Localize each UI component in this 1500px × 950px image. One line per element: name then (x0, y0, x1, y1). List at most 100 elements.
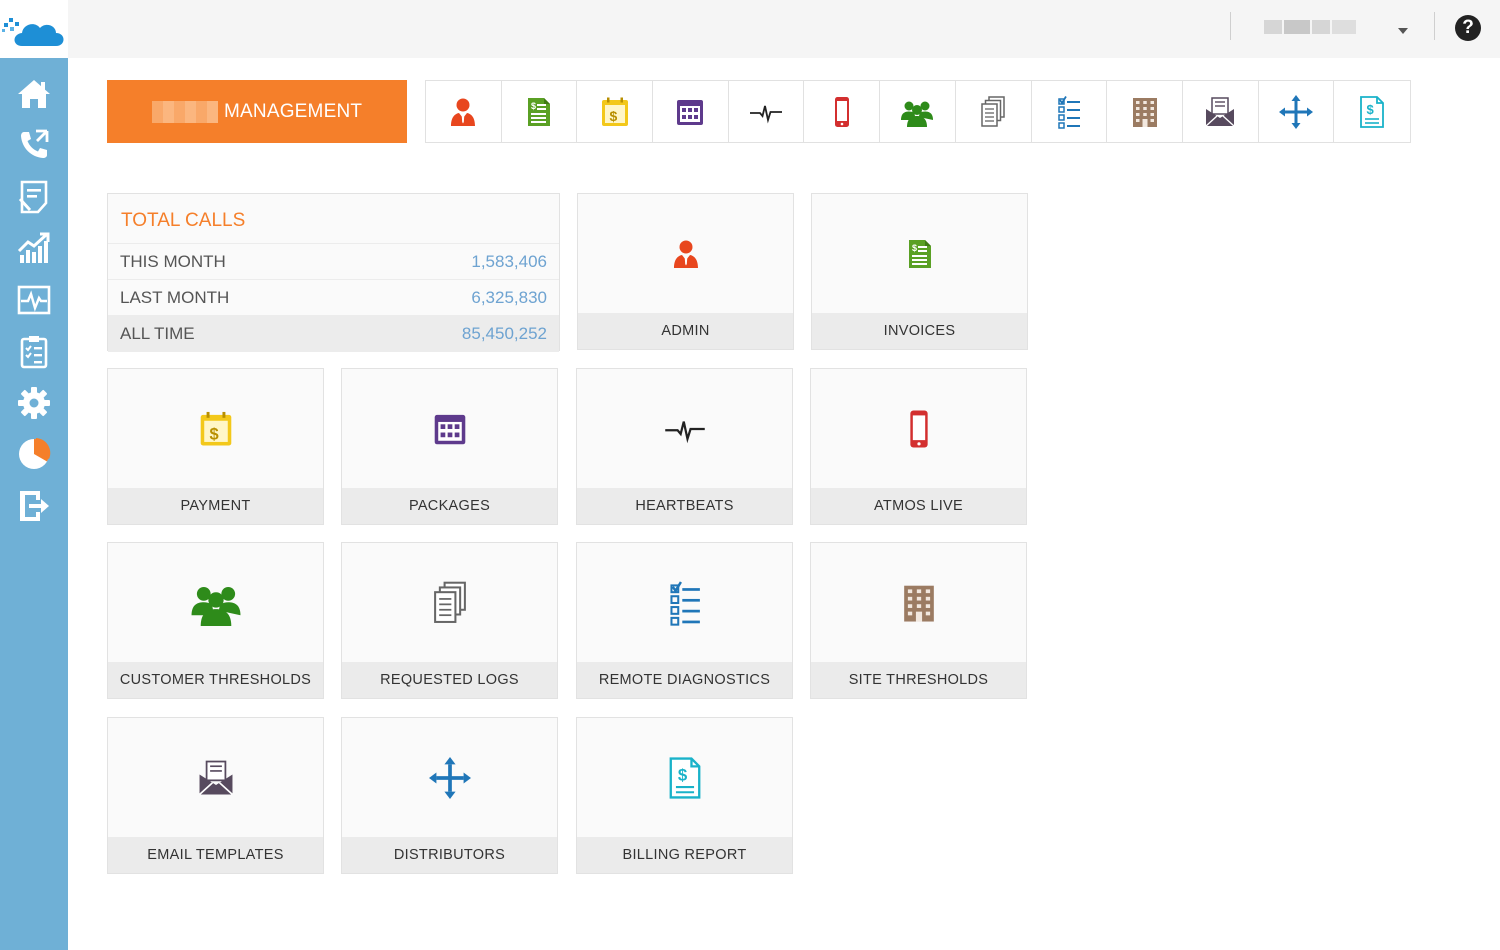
tile-site-thresholds[interactable]: SITE THRESHOLDS (810, 542, 1027, 699)
packages-icon (673, 95, 707, 129)
pulse-icon (17, 285, 51, 315)
stat-label: THIS MONTH (120, 251, 226, 271)
distributors-icon (1279, 95, 1313, 129)
stat-label: LAST MONTH (120, 287, 230, 307)
user-name-redacted (1264, 20, 1282, 34)
phone-icon (21, 129, 49, 159)
top-bar: ? (68, 0, 1500, 58)
user-name-redacted (1312, 20, 1330, 34)
logout-icon (20, 490, 49, 521)
heartbeat-icon (749, 95, 783, 129)
toolbar-email-templates[interactable] (1182, 81, 1259, 142)
tile-payment[interactable]: PAYMENT (107, 368, 324, 525)
toolbar-atmos-live[interactable] (804, 81, 881, 142)
sidebar-nav (0, 68, 68, 532)
management-header: MANAGEMENT (107, 80, 407, 143)
stat-label: ALL TIME (120, 324, 195, 343)
tile-label: ATMOS LIVE (811, 488, 1026, 524)
cloud-logo-icon (2, 18, 64, 46)
checklist-icon (20, 336, 48, 369)
diagnostics-icon (1052, 95, 1086, 129)
tile-requested-logs[interactable]: REQUESTED LOGS (341, 542, 558, 699)
building-icon (898, 582, 940, 624)
tile-email-templates[interactable]: EMAIL TEMPLATES (107, 717, 324, 874)
tile-remote-diagnostics[interactable]: REMOTE DIAGNOSTICS (576, 542, 793, 699)
toolbar-heartbeats[interactable] (728, 81, 805, 142)
tile-label: REQUESTED LOGS (342, 662, 557, 698)
tile-label: INVOICES (812, 313, 1027, 349)
heartbeat-icon (664, 408, 706, 450)
payment-icon (196, 409, 236, 449)
chart-icon (17, 232, 50, 264)
tile-label: HEARTBEATS (577, 488, 792, 524)
billing-icon (663, 756, 707, 800)
tile-customer-thresholds[interactable]: CUSTOMER THRESHOLDS (107, 542, 324, 699)
toolbar-payment[interactable] (577, 81, 654, 142)
toolbar-remote-diagnostics[interactable] (1031, 81, 1108, 142)
logs-icon (976, 95, 1010, 129)
mobile-icon (825, 95, 859, 129)
tile-admin[interactable]: ADMIN (577, 193, 794, 350)
tile-label: PACKAGES (342, 488, 557, 524)
tile-label: REMOTE DIAGNOSTICS (577, 662, 792, 698)
stat-row-this-month: THIS MONTH 1,583,406 (108, 244, 559, 280)
toolbar-invoices[interactable] (501, 81, 578, 142)
stat-row-last-month: LAST MONTH 6,325,830 (108, 280, 559, 316)
stat-row-all-time: ALL TIME 85,450,252 (108, 316, 559, 352)
stat-value: 1,583,406 (471, 251, 547, 271)
tile-label: ADMIN (578, 313, 793, 349)
sidebar-item-logout[interactable] (0, 480, 68, 532)
stat-value: 6,325,830 (471, 287, 547, 307)
sidebar (0, 0, 68, 950)
toolbar-packages[interactable] (653, 81, 729, 142)
toolbar-site-thresholds[interactable] (1107, 81, 1183, 142)
email-icon (196, 758, 236, 798)
company-name-redacted (152, 100, 218, 123)
sidebar-item-settings[interactable] (0, 377, 68, 429)
help-button[interactable]: ? (1455, 15, 1481, 41)
tile-distributors[interactable]: DISTRIBUTORS (341, 717, 558, 874)
billing-icon (1355, 95, 1389, 129)
toolbar-requested-logs[interactable] (955, 81, 1032, 142)
tile-label: SITE THRESHOLDS (811, 662, 1026, 698)
mobile-icon (898, 408, 940, 450)
chevron-down-icon[interactable] (1398, 28, 1408, 34)
sidebar-item-tasks[interactable] (0, 326, 68, 378)
toolbar-distributors[interactable] (1258, 81, 1335, 142)
user-name-redacted (1284, 20, 1310, 34)
tile-heartbeats[interactable]: HEARTBEATS (576, 368, 793, 525)
tile-invoices[interactable]: INVOICES (811, 193, 1028, 350)
stat-value: 85,450,252 (461, 324, 547, 343)
payment-icon (598, 95, 632, 129)
tile-label: BILLING REPORT (577, 837, 792, 873)
logo[interactable] (0, 0, 68, 58)
toolbar-billing-report[interactable] (1334, 81, 1410, 142)
building-icon (1128, 95, 1162, 129)
sidebar-item-analytics[interactable] (0, 429, 68, 481)
toolbar-customer-thresholds[interactable] (880, 81, 956, 142)
top-bar-divider (1230, 12, 1231, 40)
home-icon (18, 79, 50, 108)
email-icon (1203, 95, 1237, 129)
sidebar-item-home[interactable] (0, 68, 68, 120)
tile-atmos-live[interactable]: ATMOS LIVE (810, 368, 1027, 525)
sidebar-item-statistics[interactable] (0, 223, 68, 275)
tile-billing-report[interactable]: BILLING REPORT (576, 717, 793, 874)
user-name-redacted (1332, 20, 1356, 34)
logs-icon (427, 580, 473, 626)
tile-label: PAYMENT (108, 488, 323, 524)
sidebar-item-reports[interactable] (0, 171, 68, 223)
distributors-icon (429, 757, 471, 799)
toolbar-admin[interactable] (426, 81, 502, 142)
group-icon (900, 95, 934, 129)
diagnostics-icon (662, 580, 708, 626)
management-title: MANAGEMENT (224, 100, 363, 122)
tile-label: CUSTOMER THRESHOLDS (108, 662, 323, 698)
user-menu[interactable] (1264, 18, 1359, 36)
top-bar-divider (1434, 12, 1435, 40)
sidebar-item-monitoring[interactable] (0, 274, 68, 326)
quick-links-toolbar (425, 80, 1411, 143)
sidebar-item-calls[interactable] (0, 120, 68, 172)
tile-packages[interactable]: PACKAGES (341, 368, 558, 525)
invoice-icon (522, 95, 556, 129)
